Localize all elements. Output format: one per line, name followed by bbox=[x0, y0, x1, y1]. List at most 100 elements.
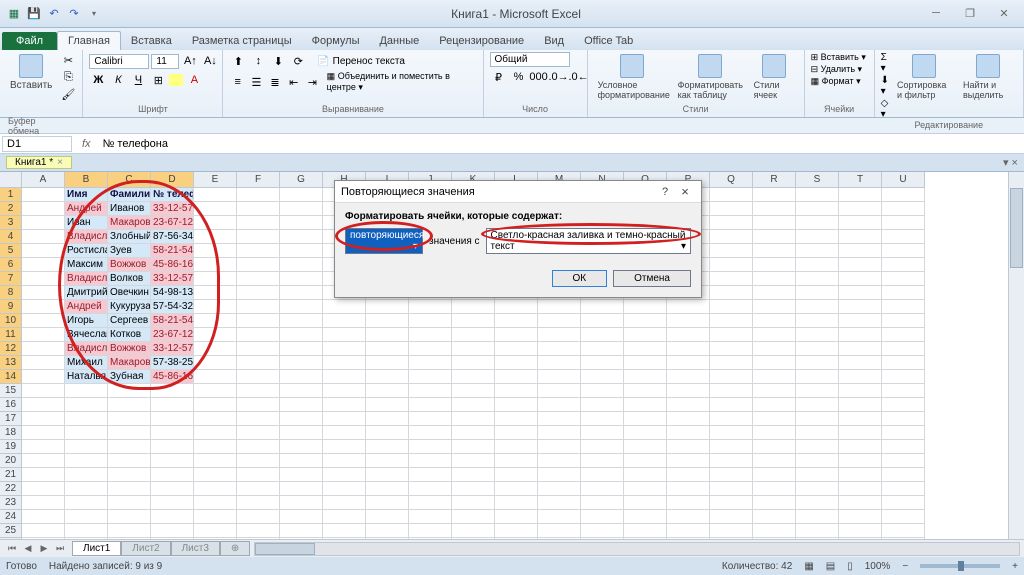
cell[interactable] bbox=[452, 328, 495, 342]
cell[interactable] bbox=[882, 426, 925, 440]
cell[interactable] bbox=[22, 328, 65, 342]
cell[interactable]: Макаров bbox=[108, 356, 151, 370]
cell[interactable] bbox=[581, 370, 624, 384]
cell[interactable] bbox=[280, 286, 323, 300]
cell[interactable] bbox=[22, 216, 65, 230]
cell[interactable] bbox=[667, 454, 710, 468]
sheet-nav-next-icon[interactable]: ▶ bbox=[36, 543, 52, 554]
cell[interactable] bbox=[839, 398, 882, 412]
zoom-thumb[interactable] bbox=[958, 561, 964, 571]
cell[interactable] bbox=[22, 314, 65, 328]
cell-styles-button[interactable]: Стили ячеек bbox=[750, 52, 798, 102]
cell[interactable] bbox=[538, 300, 581, 314]
cell[interactable] bbox=[839, 188, 882, 202]
zoom-level[interactable]: 100% bbox=[865, 561, 891, 572]
cell[interactable] bbox=[65, 468, 108, 482]
cell[interactable] bbox=[753, 510, 796, 524]
cell[interactable] bbox=[495, 398, 538, 412]
cell[interactable] bbox=[237, 272, 280, 286]
cell[interactable]: Макаров bbox=[108, 216, 151, 230]
cell[interactable] bbox=[151, 412, 194, 426]
cell[interactable] bbox=[796, 412, 839, 426]
cell[interactable] bbox=[538, 524, 581, 538]
cell[interactable] bbox=[452, 300, 495, 314]
comma-icon[interactable]: 000 bbox=[530, 68, 548, 86]
cell[interactable] bbox=[624, 356, 667, 370]
cell[interactable] bbox=[495, 384, 538, 398]
cell[interactable] bbox=[710, 258, 753, 272]
format-style-combo[interactable]: Светло-красная заливка и темно-красный т… bbox=[486, 228, 691, 254]
cell[interactable] bbox=[796, 356, 839, 370]
cell[interactable] bbox=[194, 370, 237, 384]
cell[interactable] bbox=[22, 258, 65, 272]
row-header[interactable]: 6 bbox=[0, 258, 22, 272]
cell[interactable] bbox=[796, 342, 839, 356]
cell[interactable] bbox=[882, 524, 925, 538]
cell[interactable] bbox=[495, 482, 538, 496]
cell[interactable] bbox=[495, 426, 538, 440]
save-icon[interactable]: 💾 bbox=[26, 6, 42, 22]
tab-review[interactable]: Рецензирование bbox=[429, 32, 534, 50]
cell[interactable] bbox=[796, 370, 839, 384]
cell[interactable] bbox=[194, 496, 237, 510]
cell[interactable] bbox=[237, 440, 280, 454]
cell[interactable] bbox=[882, 398, 925, 412]
cell[interactable]: 57-38-25 bbox=[151, 356, 194, 370]
cancel-button[interactable]: Отмена bbox=[613, 270, 691, 287]
cell[interactable] bbox=[194, 398, 237, 412]
view-normal-icon[interactable]: ▦ bbox=[804, 561, 813, 572]
cell[interactable] bbox=[882, 384, 925, 398]
cell[interactable] bbox=[495, 510, 538, 524]
cell[interactable] bbox=[452, 510, 495, 524]
row-header[interactable]: 20 bbox=[0, 454, 22, 468]
name-box[interactable] bbox=[2, 136, 72, 152]
italic-button[interactable]: К bbox=[109, 71, 127, 89]
cell[interactable] bbox=[323, 412, 366, 426]
cell[interactable]: Вожжов bbox=[108, 342, 151, 356]
cell[interactable] bbox=[22, 384, 65, 398]
cell[interactable] bbox=[495, 412, 538, 426]
cell[interactable] bbox=[194, 468, 237, 482]
cell[interactable] bbox=[882, 202, 925, 216]
cell[interactable] bbox=[839, 356, 882, 370]
cell[interactable] bbox=[22, 496, 65, 510]
cell[interactable] bbox=[237, 202, 280, 216]
cell[interactable] bbox=[366, 398, 409, 412]
cell[interactable] bbox=[108, 384, 151, 398]
cell[interactable] bbox=[151, 426, 194, 440]
cell[interactable] bbox=[108, 524, 151, 538]
cell[interactable] bbox=[624, 398, 667, 412]
cell[interactable] bbox=[280, 384, 323, 398]
wrap-text-button[interactable]: 📄 Перенос текста bbox=[317, 56, 405, 67]
cell[interactable] bbox=[753, 286, 796, 300]
row-header[interactable]: 21 bbox=[0, 468, 22, 482]
cell[interactable] bbox=[710, 468, 753, 482]
cell[interactable] bbox=[710, 216, 753, 230]
cell[interactable] bbox=[452, 356, 495, 370]
cell[interactable] bbox=[194, 454, 237, 468]
row-header[interactable]: 10 bbox=[0, 314, 22, 328]
row-header[interactable]: 19 bbox=[0, 440, 22, 454]
cell[interactable] bbox=[452, 496, 495, 510]
cell[interactable] bbox=[667, 426, 710, 440]
cell[interactable] bbox=[710, 244, 753, 258]
cell[interactable] bbox=[753, 272, 796, 286]
cell[interactable] bbox=[452, 524, 495, 538]
cell[interactable] bbox=[581, 412, 624, 426]
cell[interactable] bbox=[22, 300, 65, 314]
tab-office-tab[interactable]: Office Tab bbox=[574, 32, 643, 50]
cell[interactable] bbox=[495, 356, 538, 370]
column-header[interactable]: D bbox=[151, 172, 194, 188]
cell[interactable] bbox=[65, 412, 108, 426]
cell[interactable] bbox=[65, 398, 108, 412]
cell[interactable] bbox=[280, 244, 323, 258]
row-header[interactable]: 23 bbox=[0, 496, 22, 510]
cell[interactable] bbox=[882, 230, 925, 244]
cell[interactable] bbox=[194, 524, 237, 538]
cell[interactable] bbox=[624, 426, 667, 440]
cell[interactable] bbox=[237, 426, 280, 440]
cell[interactable] bbox=[581, 440, 624, 454]
cell[interactable] bbox=[538, 454, 581, 468]
row-header[interactable]: 9 bbox=[0, 300, 22, 314]
cell[interactable] bbox=[323, 468, 366, 482]
